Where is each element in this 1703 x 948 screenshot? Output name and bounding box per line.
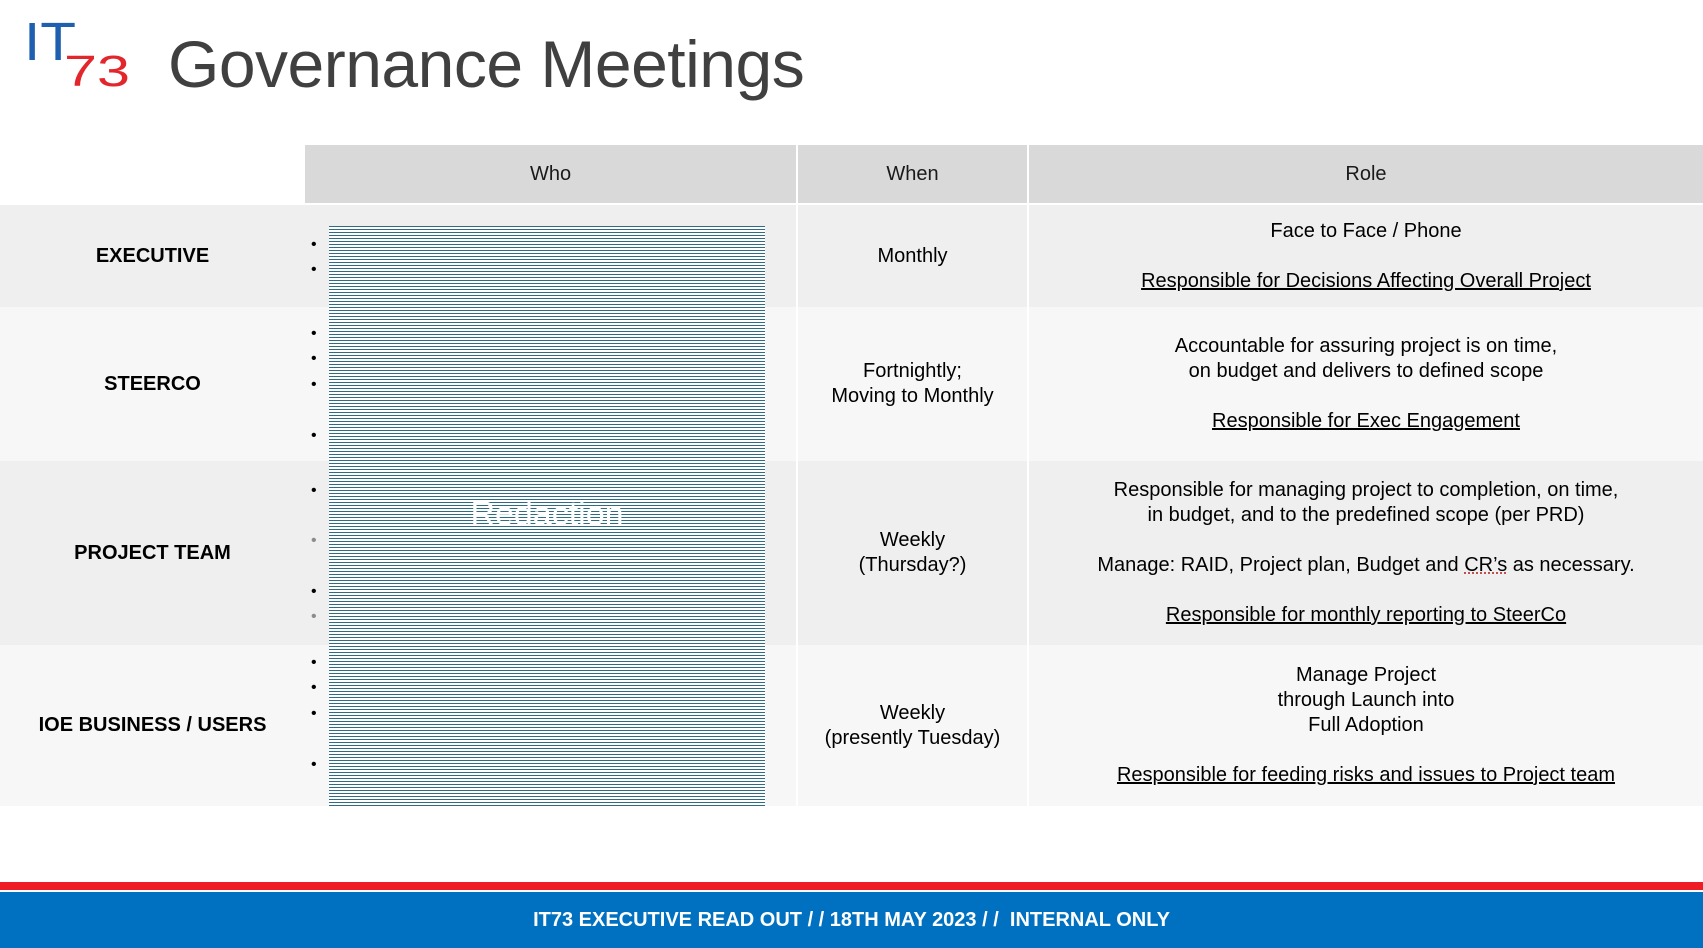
role-responsibility: Responsible for Decisions Affecting Over… <box>1141 269 1591 292</box>
when-line: Moving to Monthly <box>831 385 994 407</box>
svg-text:73: 73 <box>64 47 130 88</box>
table-row-ioe-business-users: IOE BUSINESS / USERS Weekly (presently T… <box>0 645 1703 806</box>
bullet-marker: • <box>311 608 317 625</box>
role-responsibility: Responsible for monthly reporting to Ste… <box>1165 604 1567 626</box>
bullet-marker: • <box>311 350 317 367</box>
row-name: STEERCO <box>104 372 201 395</box>
table-row-executive: EXECUTIVE Monthly Face to Face / Phone R… <box>0 205 1703 307</box>
bullet-marker: • <box>311 261 317 278</box>
bullet-marker: • <box>311 679 317 696</box>
bullet-marker: • <box>311 583 317 600</box>
bullet-marker: • <box>311 325 317 342</box>
role-cell: Face to Face / Phone Responsible for Dec… <box>1029 205 1703 307</box>
role-cell: Manage Project through Launch into Full … <box>1029 645 1703 806</box>
role-line: Accountable for assuring project is on t… <box>1174 335 1558 357</box>
role-line: on budget and delivers to defined scope <box>1188 360 1544 382</box>
when-line: (presently Tuesday) <box>824 726 1001 749</box>
bullet-marker: • <box>311 654 317 671</box>
role-line: Full Adoption <box>1308 714 1424 736</box>
role-manage-suffix: as necessary. <box>1507 554 1635 576</box>
when-cell: Weekly (presently Tuesday) <box>798 645 1027 806</box>
bullet-marker: • <box>311 532 317 549</box>
it73-logo: IT 73 <box>24 18 130 88</box>
role-manage-prefix: Manage: RAID, Project plan, Budget and <box>1097 554 1465 576</box>
bullet-marker: • <box>311 705 317 722</box>
when-line: Monthly <box>877 244 948 267</box>
role-cell: Accountable for assuring project is on t… <box>1029 307 1703 461</box>
role-line: through Launch into <box>1277 689 1455 711</box>
column-header-who: Who <box>305 145 796 203</box>
when-line: Weekly <box>879 529 946 551</box>
role-line: Manage Project <box>1295 664 1437 686</box>
when-cell: Monthly <box>798 205 1027 307</box>
role-line: Responsible for managing project to comp… <box>1113 479 1619 501</box>
redaction-label: Redaction <box>470 495 624 533</box>
role-cell: Responsible for managing project to comp… <box>1029 461 1703 645</box>
bullet-marker: • <box>311 756 317 773</box>
bullet-marker: • <box>311 427 317 444</box>
when-line: Weekly <box>879 701 946 724</box>
footer-stripe <box>0 882 1703 890</box>
column-header-role: Role <box>1029 145 1703 203</box>
table-row-project-team: PROJECT TEAM Weekly (Thursday?) Responsi… <box>0 461 1703 645</box>
row-name: PROJECT TEAM <box>74 541 231 564</box>
bullet-marker: • <box>311 376 317 393</box>
role-line: Face to Face / Phone <box>1270 219 1462 242</box>
table-row-steerco: STEERCO Fortnightly; Moving to Monthly A… <box>0 307 1703 461</box>
when-line: (Thursday?) <box>858 554 967 576</box>
column-header-when: When <box>798 145 1027 203</box>
role-manage-line: Manage: RAID, Project plan, Budget and C… <box>1097 553 1634 578</box>
role-responsibility: Responsible for Exec Engagement <box>1212 410 1520 432</box>
row-name: IOE BUSINESS / USERS <box>38 714 267 736</box>
flagged-word: CR’s <box>1464 554 1508 576</box>
footer-banner: IT73 EXECUTIVE READ OUT / / 18TH MAY 202… <box>0 892 1703 948</box>
page-title: Governance Meetings <box>168 27 805 101</box>
role-responsibility: Responsible for feeding risks and issues… <box>1116 764 1616 786</box>
role-line: in budget, and to the predefined scope (… <box>1147 504 1585 526</box>
when-line: Fortnightly; <box>863 360 962 382</box>
bullet-marker: • <box>311 482 317 499</box>
when-cell: Weekly (Thursday?) <box>798 461 1027 645</box>
when-cell: Fortnightly; Moving to Monthly <box>798 307 1027 461</box>
row-name: EXECUTIVE <box>95 244 210 267</box>
bullet-marker: • <box>311 236 317 253</box>
